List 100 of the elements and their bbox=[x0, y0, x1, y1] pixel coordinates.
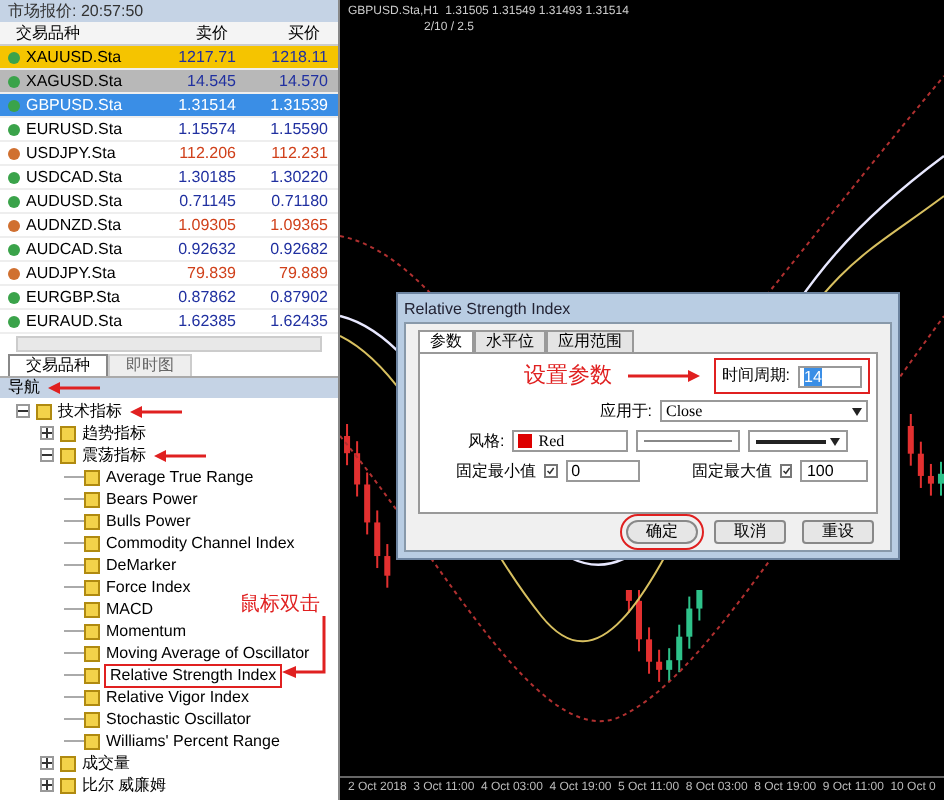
expander-icon[interactable] bbox=[40, 448, 54, 462]
dialog-button[interactable]: 重设 bbox=[802, 520, 874, 544]
candlestick bbox=[364, 472, 371, 535]
symbol-row[interactable]: EURAUD.Sta 1.62385 1.62435 bbox=[0, 310, 338, 334]
min-field[interactable]: 0 bbox=[565, 460, 640, 482]
caret-icon bbox=[852, 407, 862, 415]
tree-item[interactable]: 成交量 bbox=[82, 753, 130, 773]
candlestick bbox=[374, 510, 381, 569]
dialog-tab[interactable]: 应用范围 bbox=[546, 330, 634, 352]
tree-item[interactable]: Stochastic Oscillator bbox=[106, 709, 251, 729]
color-dropdown[interactable]: Red bbox=[512, 430, 629, 452]
symbol-name: AUDNZD.Sta bbox=[26, 213, 124, 237]
candlestick bbox=[656, 649, 663, 682]
ask-price: 79.889 bbox=[277, 261, 328, 285]
expander-icon[interactable] bbox=[40, 756, 54, 770]
tree-item[interactable]: Bears Power bbox=[106, 489, 198, 509]
tree-item[interactable]: MACD bbox=[106, 599, 154, 619]
column-header[interactable]: 卖价 bbox=[144, 21, 228, 45]
ask-price: 1.30220 bbox=[268, 165, 328, 189]
tree-item[interactable]: 比尔 威廉姆 bbox=[82, 775, 167, 795]
candlestick bbox=[676, 624, 683, 673]
symbol-row[interactable]: AUDUSD.Sta 0.71145 0.71180 bbox=[0, 190, 338, 214]
tree-item[interactable]: Relative Vigor Index bbox=[106, 687, 249, 707]
apply-label: 应用于: bbox=[599, 399, 652, 423]
tree-item[interactable]: Momentum bbox=[106, 621, 187, 641]
symbol-row[interactable]: XAGUSD.Sta 14.545 14.570 bbox=[0, 70, 338, 94]
expander-icon[interactable] bbox=[40, 426, 54, 440]
apply-dropdown[interactable]: Close bbox=[660, 400, 868, 422]
line-width-dropdown[interactable] bbox=[748, 430, 849, 452]
candlestick bbox=[917, 441, 924, 488]
bid-price: 112.206 bbox=[177, 141, 236, 165]
symbol-row[interactable]: AUDNZD.Sta 1.09305 1.09365 bbox=[0, 214, 338, 238]
ask-price: 0.87902 bbox=[268, 285, 328, 309]
dialog-tab[interactable]: 参数 bbox=[418, 330, 474, 352]
symbol-row[interactable]: AUDJPY.Sta 79.839 79.889 bbox=[0, 262, 338, 286]
candlestick bbox=[625, 590, 632, 613]
symbol-row[interactable]: USDJPY.Sta 112.206 112.231 bbox=[0, 142, 338, 166]
candlestick bbox=[927, 463, 934, 496]
tree-item[interactable]: Williams' Percent Range bbox=[106, 731, 280, 751]
bid-price: 79.839 bbox=[185, 261, 236, 285]
ask-price: 0.71180 bbox=[269, 189, 328, 213]
symbol-name: XAGUSD.Sta bbox=[26, 69, 125, 93]
symbol-row[interactable]: XAUUSD.Sta 1217.71 1218.11 bbox=[0, 46, 338, 70]
ask-price: 1.15590 bbox=[268, 117, 328, 141]
bid-price: 1.30185 bbox=[176, 165, 236, 189]
max-checkbox[interactable] bbox=[779, 464, 793, 478]
period-label: 时间周期: bbox=[721, 364, 790, 389]
annotation-text: 设置参数 bbox=[523, 362, 612, 392]
expander-icon[interactable] bbox=[40, 778, 54, 792]
max-label: 固定最大值 bbox=[691, 459, 772, 483]
tree-item[interactable]: Commodity Channel Index bbox=[106, 533, 295, 553]
bid-price: 0.87862 bbox=[176, 285, 236, 309]
annotation-text: 鼠标双击 bbox=[240, 591, 320, 620]
expander-icon[interactable] bbox=[16, 404, 30, 418]
dialog-tab[interactable]: 水平位 bbox=[474, 330, 546, 352]
symbol-row[interactable]: AUDCAD.Sta 0.92632 0.92682 bbox=[0, 238, 338, 262]
symbol-row[interactable]: EURUSD.Sta 1.15574 1.15590 bbox=[0, 118, 338, 142]
dialog-button[interactable]: 取消 bbox=[714, 520, 786, 544]
tree-item[interactable]: Force Index bbox=[106, 577, 191, 597]
symbol-name: USDCAD.Sta bbox=[26, 165, 125, 189]
symbol-name: AUDCAD.Sta bbox=[26, 237, 125, 261]
bid-price: 1.31514 bbox=[176, 93, 236, 117]
panel-tab[interactable]: 交易品种 bbox=[8, 354, 108, 376]
bid-price: 1217.71 bbox=[176, 45, 236, 69]
column-header[interactable]: 交易品种 bbox=[0, 21, 144, 45]
tree-item[interactable]: 趋势指标 bbox=[82, 423, 146, 443]
panel-tab[interactable]: 即时图 bbox=[108, 354, 192, 376]
bid-price: 0.71145 bbox=[177, 189, 236, 213]
candlestick bbox=[686, 596, 693, 649]
ask-price: 1218.11 bbox=[269, 45, 328, 69]
candlestick bbox=[354, 441, 361, 497]
symbol-row[interactable]: EURGBP.Sta 0.87862 0.87902 bbox=[0, 286, 338, 310]
bid-price: 0.92632 bbox=[176, 237, 236, 261]
candlestick bbox=[937, 461, 944, 496]
tree-item[interactable]: Moving Average of Oscillator bbox=[106, 643, 310, 663]
tree-item[interactable]: 技术指标 bbox=[58, 401, 122, 421]
tree-item[interactable]: DeMarker bbox=[106, 555, 177, 575]
symbol-name: GBPUSD.Sta bbox=[26, 93, 125, 117]
bid-price: 1.09305 bbox=[176, 213, 236, 237]
ask-price: 0.92682 bbox=[268, 237, 328, 261]
tree-item[interactable]: Relative Strength Index bbox=[106, 665, 281, 685]
tree-item[interactable]: 震荡指标 bbox=[82, 445, 146, 465]
ask-price: 112.231 bbox=[269, 141, 328, 165]
tree-item[interactable]: Average True Range bbox=[106, 467, 254, 487]
max-field[interactable]: 100 bbox=[800, 460, 868, 482]
horizontal-scrollbar[interactable] bbox=[16, 336, 322, 352]
symbol-name: USDJPY.Sta bbox=[26, 141, 118, 165]
symbol-name: EURAUD.Sta bbox=[26, 309, 125, 333]
column-header[interactable]: 买价 bbox=[228, 21, 320, 45]
bid-price: 14.545 bbox=[185, 69, 236, 93]
min-checkbox[interactable] bbox=[544, 464, 558, 478]
panel-title: 导航 bbox=[6, 378, 42, 398]
annotation-arrow bbox=[627, 370, 700, 383]
tree-item[interactable]: Bulls Power bbox=[106, 511, 191, 531]
symbol-name: XAUUSD.Sta bbox=[26, 45, 124, 69]
symbol-row[interactable]: USDCAD.Sta 1.30185 1.30220 bbox=[0, 166, 338, 190]
dialog-button[interactable]: 确定 bbox=[626, 520, 698, 544]
candlestick bbox=[635, 590, 642, 652]
symbol-name: AUDUSD.Sta bbox=[26, 189, 125, 213]
style-label: 风格: bbox=[468, 429, 505, 453]
